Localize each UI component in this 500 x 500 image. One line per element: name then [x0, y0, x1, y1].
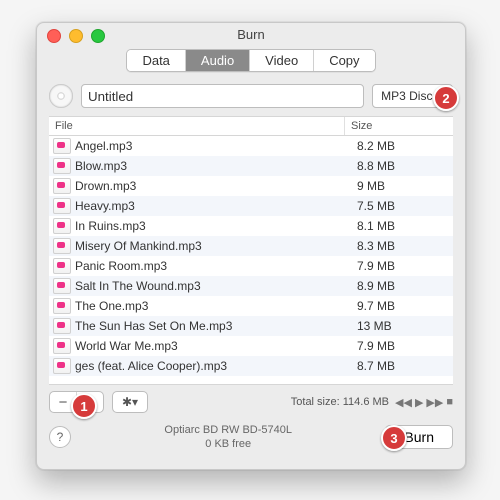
total-size: Total size: 114.6 MB: [291, 396, 389, 408]
audio-file-icon: [53, 358, 71, 374]
mode-tabs: Data Audio Video Copy: [37, 49, 465, 72]
audio-file-icon: [53, 258, 71, 274]
file-size: 8.8 MB: [351, 159, 453, 173]
file-name: Drown.mp3: [75, 179, 351, 193]
audio-file-icon: [53, 338, 71, 354]
table-row[interactable]: ges (feat. Alice Cooper).mp38.7 MB: [49, 356, 453, 376]
table-row[interactable]: Angel.mp38.2 MB: [49, 136, 453, 156]
file-name: Salt In The Wound.mp3: [75, 279, 351, 293]
file-name: World War Me.mp3: [75, 339, 351, 353]
file-name: Panic Room.mp3: [75, 259, 351, 273]
table-row[interactable]: The One.mp39.7 MB: [49, 296, 453, 316]
annotation-3: 3: [381, 425, 407, 451]
file-size: 8.3 MB: [351, 239, 453, 253]
file-name: Blow.mp3: [75, 159, 351, 173]
file-list[interactable]: Angel.mp38.2 MBBlow.mp38.8 MBDrown.mp39 …: [49, 136, 453, 385]
annotation-2: 2: [433, 85, 459, 111]
file-size: 8.9 MB: [351, 279, 453, 293]
drive-info: Optiarc BD RW BD-5740L 0 KB free: [71, 423, 385, 451]
file-size: 7.9 MB: [351, 259, 453, 273]
file-name: In Ruins.mp3: [75, 219, 351, 233]
file-size: 9.7 MB: [351, 299, 453, 313]
table-row[interactable]: Panic Room.mp37.9 MB: [49, 256, 453, 276]
gear-icon: ✱▾: [122, 395, 138, 409]
titlebar: Burn: [37, 23, 465, 47]
audio-file-icon: [53, 178, 71, 194]
table-row[interactable]: In Ruins.mp38.1 MB: [49, 216, 453, 236]
table-row[interactable]: Drown.mp39 MB: [49, 176, 453, 196]
file-name: ges (feat. Alice Cooper).mp3: [75, 359, 351, 373]
table-row[interactable]: Heavy.mp37.5 MB: [49, 196, 453, 216]
table-row[interactable]: Blow.mp38.8 MB: [49, 156, 453, 176]
file-size: 8.2 MB: [351, 139, 453, 153]
help-icon: ?: [57, 430, 64, 444]
disc-name-input[interactable]: [81, 84, 364, 108]
audio-file-icon: [53, 158, 71, 174]
table-row[interactable]: World War Me.mp37.9 MB: [49, 336, 453, 356]
col-size[interactable]: Size: [345, 117, 453, 135]
audio-file-icon: [53, 318, 71, 334]
file-size: 8.1 MB: [351, 219, 453, 233]
audio-file-icon: [53, 298, 71, 314]
audio-file-icon: [53, 138, 71, 154]
audio-file-icon: [53, 278, 71, 294]
file-name: Misery Of Mankind.mp3: [75, 239, 351, 253]
disc-type-label: MP3 Disc: [381, 89, 432, 103]
close-icon[interactable]: [47, 29, 61, 43]
tab-data[interactable]: Data: [127, 50, 185, 71]
col-file[interactable]: File: [49, 117, 345, 135]
file-name: Angel.mp3: [75, 139, 351, 153]
table-row[interactable]: Salt In The Wound.mp38.9 MB: [49, 276, 453, 296]
file-size: 7.5 MB: [351, 199, 453, 213]
tab-audio[interactable]: Audio: [186, 50, 250, 71]
file-name: Heavy.mp3: [75, 199, 351, 213]
play-button[interactable]: ▶: [415, 396, 423, 409]
disc-icon: [49, 84, 73, 108]
table-row[interactable]: Misery Of Mankind.mp38.3 MB: [49, 236, 453, 256]
next-button[interactable]: ▶▶: [426, 396, 443, 409]
window-title: Burn: [237, 27, 264, 42]
file-size: 8.7 MB: [351, 359, 453, 373]
zoom-icon[interactable]: [91, 29, 105, 43]
file-size: 13 MB: [351, 319, 453, 333]
help-button[interactable]: ?: [49, 426, 71, 448]
audio-file-icon: [53, 238, 71, 254]
table-row[interactable]: The Sun Has Set On Me.mp313 MB: [49, 316, 453, 336]
burn-window: Burn Data Audio Video Copy MP3 Disc ⌄ Fi…: [36, 22, 466, 470]
settings-button[interactable]: ✱▾: [112, 391, 148, 413]
audio-file-icon: [53, 218, 71, 234]
table-header: File Size: [49, 116, 453, 136]
transport-controls: ◀◀ ▶ ▶▶ ■: [395, 396, 453, 409]
tab-video[interactable]: Video: [250, 50, 314, 71]
tab-copy[interactable]: Copy: [314, 50, 374, 71]
file-name: The One.mp3: [75, 299, 351, 313]
file-size: 9 MB: [351, 179, 453, 193]
file-name: The Sun Has Set On Me.mp3: [75, 319, 351, 333]
stop-button[interactable]: ■: [446, 396, 453, 408]
minimize-icon[interactable]: [69, 29, 83, 43]
prev-button[interactable]: ◀◀: [395, 396, 412, 409]
audio-file-icon: [53, 198, 71, 214]
annotation-1: 1: [71, 393, 97, 419]
file-size: 7.9 MB: [351, 339, 453, 353]
